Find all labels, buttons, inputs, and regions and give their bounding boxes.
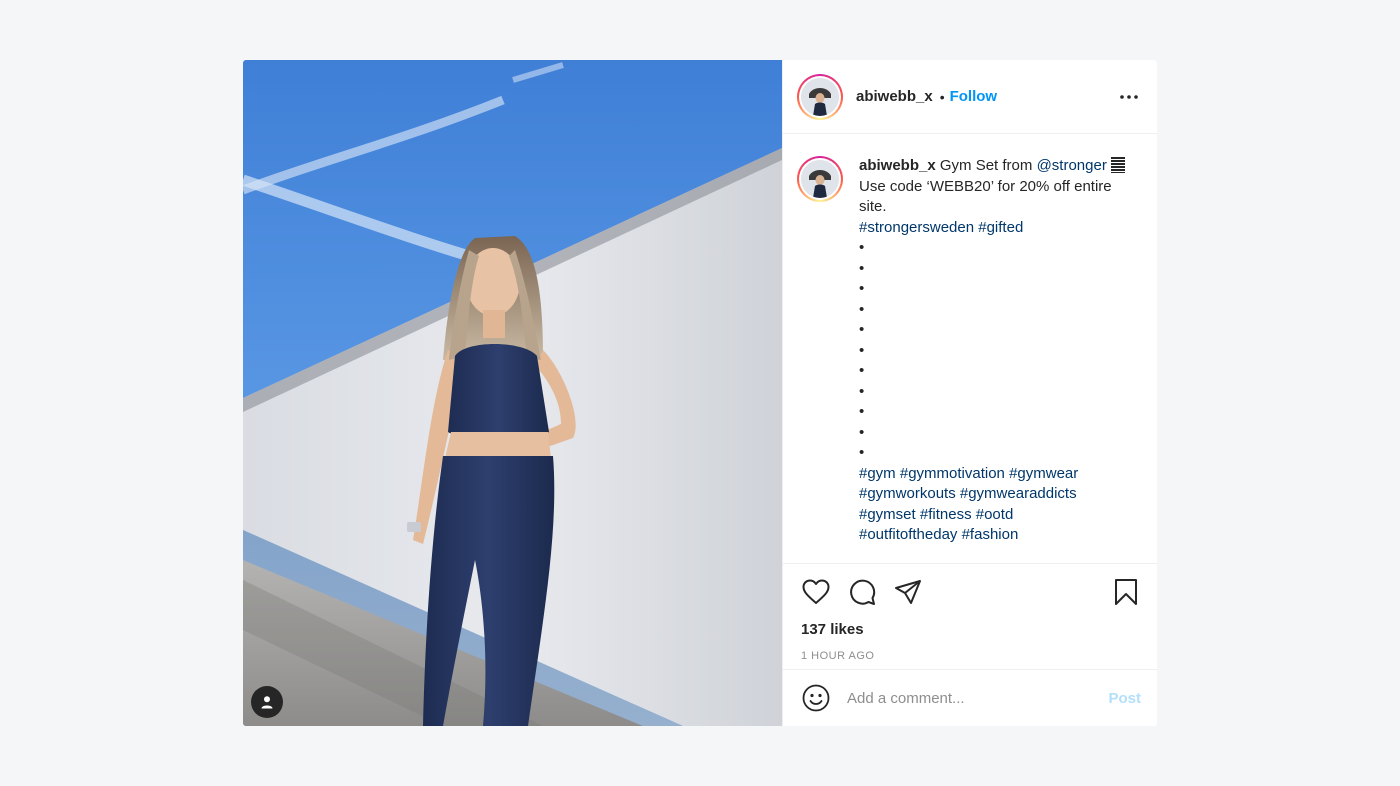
follow-button[interactable]: Follow	[950, 88, 998, 105]
avatar[interactable]	[797, 73, 843, 120]
caption-area[interactable]: abiwebb_x Gym Set from @stronger Use cod…	[783, 134, 1157, 563]
post-side-panel: abiwebb_x • Follow abiwebb_x Gym Set fro…	[782, 60, 1157, 726]
hashtag[interactable]: #fashion	[962, 526, 1019, 543]
caption-intro: Gym Set from	[939, 157, 1033, 174]
hashtag[interactable]: #gymset	[859, 506, 916, 523]
bullet: •	[859, 341, 865, 359]
bullet: •	[859, 423, 865, 441]
caption-text: abiwebb_x Gym Set from @stronger Use cod…	[859, 156, 1139, 563]
more-horizontal-icon[interactable]	[1117, 85, 1141, 109]
bullet: •	[859, 403, 865, 420]
bullet: •	[859, 280, 865, 297]
hashtag[interactable]: #strongersweden	[859, 219, 974, 236]
caption-avatar[interactable]	[797, 156, 843, 202]
bookmark-icon[interactable]	[1111, 577, 1141, 607]
hashtag[interactable]: #outfitoftheday	[859, 526, 957, 543]
bullet: •	[859, 321, 865, 338]
post-photo[interactable]	[243, 60, 782, 726]
caption-bullets: • • • • • • • • • • •	[859, 238, 1139, 464]
bullet: •	[859, 300, 865, 318]
hashtag[interactable]: #gymmotivation	[900, 465, 1005, 482]
comment-icon[interactable]	[847, 577, 877, 607]
hashtag[interactable]: #gym	[859, 465, 896, 482]
comment-bar: Post	[783, 669, 1157, 726]
post-header: abiwebb_x • Follow	[783, 60, 1157, 134]
hashtag[interactable]: #gymworkouts	[859, 485, 956, 502]
caption-line2: Use code ‘WEBB20’ for 20% off entire sit…	[859, 177, 1112, 216]
caption-mention[interactable]: @stronger	[1037, 157, 1107, 174]
heart-icon[interactable]	[801, 577, 831, 607]
hashtag[interactable]: #ootd	[976, 506, 1014, 523]
post-timestamp: 1 HOUR AGO	[801, 650, 875, 662]
bullet: •	[859, 362, 865, 379]
bullet: •	[859, 382, 865, 400]
post-card: abiwebb_x • Follow abiwebb_x Gym Set fro…	[243, 60, 1157, 726]
share-icon[interactable]	[893, 577, 923, 607]
hashtag[interactable]: #gifted	[978, 219, 1023, 236]
photo-image	[243, 60, 782, 726]
hashtag[interactable]: #gymwear	[1009, 465, 1078, 482]
bullet: •	[859, 259, 865, 277]
separator-dot: •	[939, 88, 945, 105]
emoji-icon[interactable]	[801, 683, 831, 713]
hashtag[interactable]: #fitness	[920, 506, 972, 523]
comment-input[interactable]	[847, 689, 1109, 707]
bullet: •	[859, 239, 865, 256]
user-tag-icon[interactable]	[251, 686, 283, 718]
header-username[interactable]: abiwebb_x	[856, 88, 933, 105]
post-actions: 137 likes 1 HOUR AGO	[783, 563, 1157, 669]
bullet: •	[859, 444, 865, 461]
post-comment-button[interactable]: Post	[1108, 690, 1141, 707]
likes-count[interactable]: 137 likes	[801, 621, 1141, 638]
hashtag[interactable]: #gymwearaddicts	[960, 485, 1077, 502]
caption-username[interactable]: abiwebb_x	[859, 157, 936, 174]
action-icons	[801, 574, 1141, 610]
flag-emoji-icon	[1111, 157, 1125, 173]
